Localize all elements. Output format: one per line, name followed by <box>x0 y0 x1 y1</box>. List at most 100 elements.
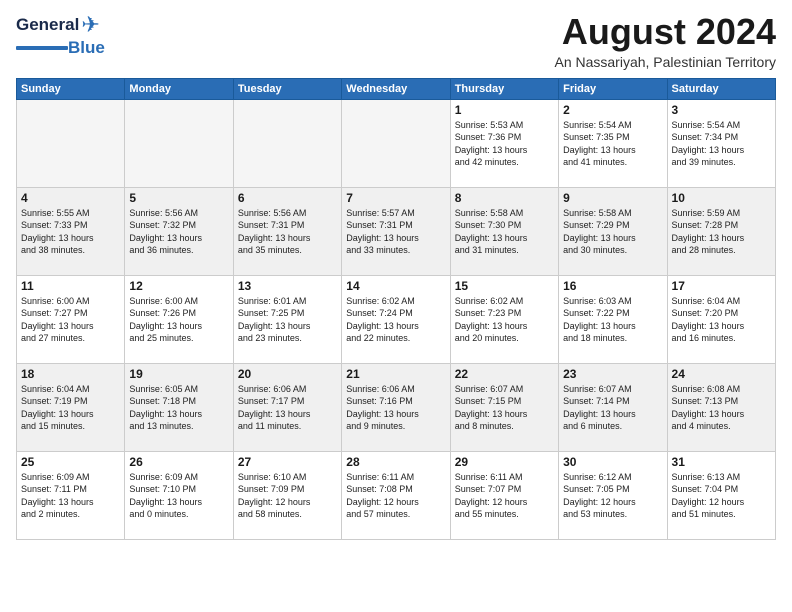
day-number: 25 <box>21 455 120 469</box>
table-row: 1Sunrise: 5:53 AMSunset: 7:36 PMDaylight… <box>450 99 558 187</box>
table-row: 9 Sunrise: 5:58 AMSunset: 7:29 PMDaylight… <box>559 187 667 275</box>
header: General ✈ Blue August 2024 An Nassariyah… <box>16 12 776 70</box>
table-row: 13 Sunrise: 6:01 AMSunset: 7:25 PMDayligh… <box>233 275 341 363</box>
table-row: 20 Sunrise: 6:06 AMSunset: 7:17 PMDayligh… <box>233 363 341 451</box>
day-number: 6 <box>238 191 337 205</box>
day-info: Sunrise: 5:59 AMSunset: 7:28 PMDaylight:… <box>672 207 771 257</box>
day-info: Sunrise: 5:54 AMSunset: 7:34 PMDaylight:… <box>672 119 771 169</box>
day-info: Sunrise: 6:04 AMSunset: 7:19 PMDaylight:… <box>21 383 120 433</box>
logo-bird-icon: ✈ <box>81 12 99 38</box>
table-row: 23Sunrise: 6:07 AMSunset: 7:14 PMDayligh… <box>559 363 667 451</box>
table-row: 18Sunrise: 6:04 AMSunset: 7:19 PMDayligh… <box>17 363 125 451</box>
sub-title: An Nassariyah, Palestinian Territory <box>554 54 776 70</box>
table-row: 11Sunrise: 6:00 AMSunset: 7:27 PMDayligh… <box>17 275 125 363</box>
day-info: Sunrise: 6:06 AMSunset: 7:16 PMDaylight:… <box>346 383 445 433</box>
table-row: 31 Sunrise: 6:13 AMSunset: 7:04 PMDayligh… <box>667 451 775 539</box>
day-number: 27 <box>238 455 337 469</box>
day-info: Sunrise: 6:07 AMSunset: 7:15 PMDaylight:… <box>455 383 554 433</box>
day-info: Sunrise: 5:53 AMSunset: 7:36 PMDaylight:… <box>455 119 554 169</box>
day-number: 30 <box>563 455 662 469</box>
table-row: 29 Sunrise: 6:11 AMSunset: 7:07 PMDayligh… <box>450 451 558 539</box>
table-row: 3 Sunrise: 5:54 AMSunset: 7:34 PMDaylight… <box>667 99 775 187</box>
day-number: 12 <box>129 279 228 293</box>
day-number: 16 <box>563 279 662 293</box>
table-row: 22Sunrise: 6:07 AMSunset: 7:15 PMDayligh… <box>450 363 558 451</box>
col-monday: Monday <box>125 78 233 99</box>
day-info: Sunrise: 6:02 AMSunset: 7:24 PMDaylight:… <box>346 295 445 345</box>
day-number: 26 <box>129 455 228 469</box>
day-number: 7 <box>346 191 445 205</box>
col-wednesday: Wednesday <box>342 78 450 99</box>
day-number: 20 <box>238 367 337 381</box>
day-number: 13 <box>238 279 337 293</box>
table-row: 24Sunrise: 6:08 AMSunset: 7:13 PMDayligh… <box>667 363 775 451</box>
col-saturday: Saturday <box>667 78 775 99</box>
logo-text: General <box>16 15 79 35</box>
day-info: Sunrise: 6:00 AMSunset: 7:27 PMDaylight:… <box>21 295 120 345</box>
day-number: 10 <box>672 191 771 205</box>
day-info: Sunrise: 5:56 AMSunset: 7:32 PMDaylight:… <box>129 207 228 257</box>
day-info: Sunrise: 5:58 AMSunset: 7:29 PMDaylight:… <box>563 207 662 257</box>
table-row: 28Sunrise: 6:11 AMSunset: 7:08 PMDayligh… <box>342 451 450 539</box>
day-info: Sunrise: 6:09 AMSunset: 7:10 PMDaylight:… <box>129 471 228 521</box>
table-row: 15Sunrise: 6:02 AMSunset: 7:23 PMDayligh… <box>450 275 558 363</box>
day-info: Sunrise: 6:01 AMSunset: 7:25 PMDaylight:… <box>238 295 337 345</box>
day-number: 4 <box>21 191 120 205</box>
day-info: Sunrise: 5:55 AMSunset: 7:33 PMDaylight:… <box>21 207 120 257</box>
day-number: 19 <box>129 367 228 381</box>
table-row: 19 Sunrise: 6:05 AMSunset: 7:18 PMDayligh… <box>125 363 233 451</box>
day-info: Sunrise: 6:03 AMSunset: 7:22 PMDaylight:… <box>563 295 662 345</box>
day-info: Sunrise: 6:02 AMSunset: 7:23 PMDaylight:… <box>455 295 554 345</box>
day-number: 23 <box>563 367 662 381</box>
table-row: 14 Sunrise: 6:02 AMSunset: 7:24 PMDayligh… <box>342 275 450 363</box>
calendar-week-row: 11Sunrise: 6:00 AMSunset: 7:27 PMDayligh… <box>17 275 776 363</box>
table-row: 12Sunrise: 6:00 AMSunset: 7:26 PMDayligh… <box>125 275 233 363</box>
day-info: Sunrise: 6:13 AMSunset: 7:04 PMDaylight:… <box>672 471 771 521</box>
logo-blue-bar <box>16 46 68 50</box>
day-info: Sunrise: 6:09 AMSunset: 7:11 PMDaylight:… <box>21 471 120 521</box>
day-number: 14 <box>346 279 445 293</box>
day-info: Sunrise: 6:10 AMSunset: 7:09 PMDaylight:… <box>238 471 337 521</box>
day-number: 31 <box>672 455 771 469</box>
day-number: 8 <box>455 191 554 205</box>
table-row <box>342 99 450 187</box>
col-tuesday: Tuesday <box>233 78 341 99</box>
day-number: 28 <box>346 455 445 469</box>
table-row: 25 Sunrise: 6:09 AMSunset: 7:11 PMDayligh… <box>17 451 125 539</box>
table-row: 30Sunrise: 6:12 AMSunset: 7:05 PMDayligh… <box>559 451 667 539</box>
day-number: 9 <box>563 191 662 205</box>
day-number: 29 <box>455 455 554 469</box>
table-row <box>17 99 125 187</box>
table-row: 21 Sunrise: 6:06 AMSunset: 7:16 PMDayligh… <box>342 363 450 451</box>
day-info: Sunrise: 5:56 AMSunset: 7:31 PMDaylight:… <box>238 207 337 257</box>
day-info: Sunrise: 5:54 AMSunset: 7:35 PMDaylight:… <box>563 119 662 169</box>
table-row: 5 Sunrise: 5:56 AMSunset: 7:32 PMDaylight… <box>125 187 233 275</box>
page: General ✈ Blue August 2024 An Nassariyah… <box>0 0 792 612</box>
table-row: 6 Sunrise: 5:56 AMSunset: 7:31 PMDaylight… <box>233 187 341 275</box>
table-row: 2 Sunrise: 5:54 AMSunset: 7:35 PMDaylight… <box>559 99 667 187</box>
day-info: Sunrise: 6:06 AMSunset: 7:17 PMDaylight:… <box>238 383 337 433</box>
table-row: 7 Sunrise: 5:57 AMSunset: 7:31 PMDaylight… <box>342 187 450 275</box>
day-number: 3 <box>672 103 771 117</box>
table-row: 17Sunrise: 6:04 AMSunset: 7:20 PMDayligh… <box>667 275 775 363</box>
table-row: 4 Sunrise: 5:55 AMSunset: 7:33 PMDaylight… <box>17 187 125 275</box>
table-row: 27 Sunrise: 6:10 AMSunset: 7:09 PMDayligh… <box>233 451 341 539</box>
table-row <box>233 99 341 187</box>
title-block: August 2024 An Nassariyah, Palestinian T… <box>554 12 776 70</box>
day-number: 17 <box>672 279 771 293</box>
day-info: Sunrise: 5:57 AMSunset: 7:31 PMDaylight:… <box>346 207 445 257</box>
calendar-header-row: Sunday Monday Tuesday Wednesday Thursday… <box>17 78 776 99</box>
calendar-week-row: 25 Sunrise: 6:09 AMSunset: 7:11 PMDayligh… <box>17 451 776 539</box>
main-title: August 2024 <box>554 12 776 52</box>
day-info: Sunrise: 6:11 AMSunset: 7:07 PMDaylight:… <box>455 471 554 521</box>
logo: General ✈ Blue <box>16 12 105 58</box>
col-friday: Friday <box>559 78 667 99</box>
day-info: Sunrise: 6:05 AMSunset: 7:18 PMDaylight:… <box>129 383 228 433</box>
day-number: 21 <box>346 367 445 381</box>
calendar-week-row: 18Sunrise: 6:04 AMSunset: 7:19 PMDayligh… <box>17 363 776 451</box>
day-number: 5 <box>129 191 228 205</box>
calendar-table: Sunday Monday Tuesday Wednesday Thursday… <box>16 78 776 540</box>
table-row <box>125 99 233 187</box>
day-number: 2 <box>563 103 662 117</box>
col-sunday: Sunday <box>17 78 125 99</box>
